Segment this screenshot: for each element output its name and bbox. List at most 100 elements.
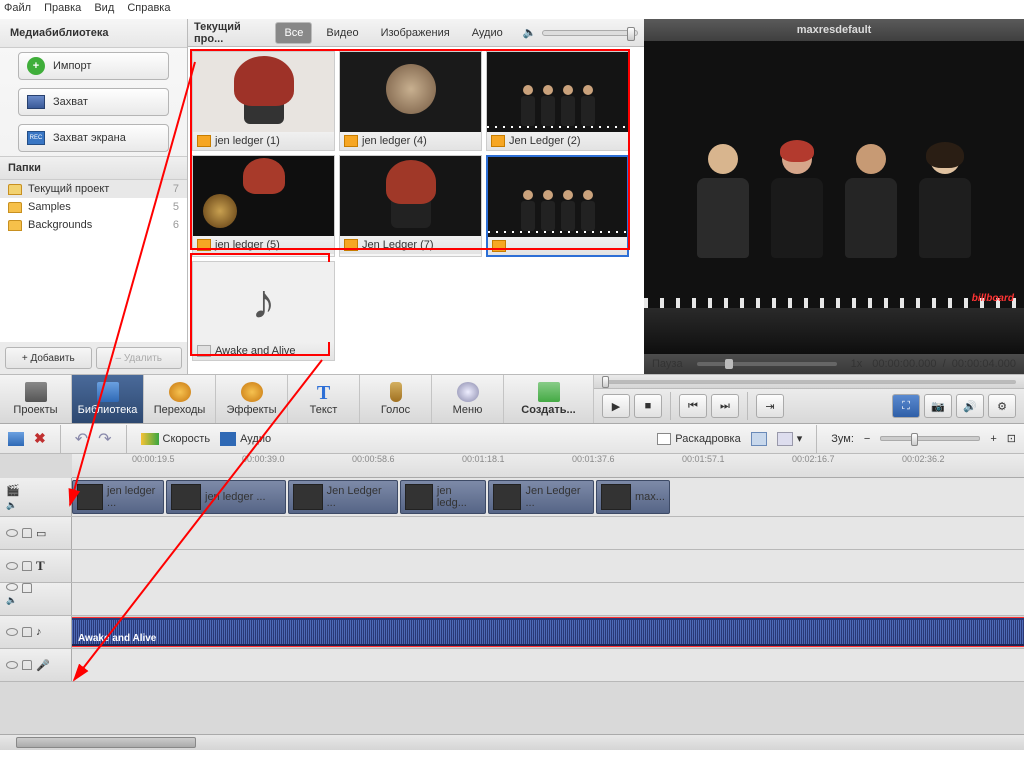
zoom-in-button[interactable]: +	[990, 433, 996, 445]
snapshot-button[interactable]: 📷	[924, 394, 952, 418]
lock-icon[interactable]	[22, 583, 32, 593]
menu-view[interactable]: Вид	[94, 2, 114, 14]
folder-row[interactable]: Текущий проект7	[0, 180, 187, 198]
ruler-tick: 00:00:39.0	[242, 454, 285, 464]
filter-video-tab[interactable]: Видео	[318, 23, 366, 43]
video-thumb[interactable]: jen ledger (4)	[339, 51, 482, 151]
settings-button[interactable]: ⚙	[988, 394, 1016, 418]
view-mode-2[interactable]: ▾	[777, 432, 803, 446]
menu-file[interactable]: Файл	[4, 2, 31, 14]
menu-bar: Файл Правка Вид Справка	[0, 0, 1024, 19]
preview-status-bar: Пауза 1x 00:00:00.000 / 00:00:04.000	[644, 354, 1024, 374]
video-thumb[interactable]: Jen Ledger (7)	[339, 155, 482, 257]
zoom-fit-button[interactable]: ⊡	[1007, 432, 1016, 445]
split-icon	[8, 432, 24, 446]
speed-icon	[141, 433, 159, 445]
voice-tool[interactable]: Голос	[360, 375, 432, 423]
export-icon	[538, 382, 560, 402]
audio-button[interactable]: Аудио	[220, 432, 271, 446]
speed-button[interactable]: Скорость	[141, 433, 211, 445]
mute-button[interactable]: 🔊	[956, 394, 984, 418]
audio-track-2: ♪ Awake and Alive	[0, 616, 1024, 649]
delete-folder-button[interactable]: – Удалить	[96, 347, 183, 369]
lock-icon[interactable]	[22, 528, 32, 538]
eye-icon[interactable]	[6, 529, 18, 537]
redo-button[interactable]: ↷	[98, 429, 111, 449]
eye-icon[interactable]	[6, 583, 18, 591]
video-clip[interactable]: jen ledger ...	[166, 480, 286, 514]
pause-label: Пауза	[652, 358, 683, 370]
speaker-icon: 🔈	[6, 500, 17, 511]
film-icon: 🎬	[6, 484, 20, 497]
filter-audio-tab[interactable]: Аудио	[464, 23, 511, 43]
ruler-tick: 00:02:36.2	[902, 454, 945, 464]
projects-tool[interactable]: Проекты	[0, 375, 72, 423]
video-thumb[interactable]: Jen Ledger (2)	[486, 51, 629, 151]
video-thumb[interactable]: jen ledger (5)	[192, 155, 335, 257]
folder-row[interactable]: Samples5	[0, 198, 187, 216]
text-tool[interactable]: TТекст	[288, 375, 360, 423]
volume-slider[interactable]	[542, 30, 638, 36]
preview-viewport: billboard	[644, 41, 1024, 354]
watermark: billboard	[972, 293, 1014, 304]
next-button[interactable]: ⏭	[711, 394, 739, 418]
menu-edit[interactable]: Правка	[44, 2, 81, 14]
create-tool[interactable]: Создать...	[504, 375, 594, 423]
preview-title: maxresdefault	[644, 19, 1024, 41]
screen-capture-button[interactable]: REC Захват экрана	[18, 124, 169, 152]
video-clip[interactable]: jen ledg...	[400, 480, 486, 514]
storyboard-icon	[657, 433, 671, 445]
zoom-out-button[interactable]: −	[864, 433, 870, 445]
media-pane: Текущий про... Все Видео Изображения Ауд…	[188, 19, 644, 374]
transitions-tool[interactable]: Переходы	[144, 375, 216, 423]
folder-row[interactable]: Backgrounds6	[0, 216, 187, 234]
eye-icon[interactable]	[6, 628, 18, 636]
library-tool[interactable]: Библиотека	[72, 375, 144, 423]
add-folder-button[interactable]: + Добавить	[5, 347, 92, 369]
video-clip[interactable]: Jen Ledger ...	[288, 480, 398, 514]
delete-clip-button[interactable]: ✖	[34, 430, 46, 447]
filter-current-label: Текущий про...	[194, 21, 269, 45]
stop-button[interactable]: ■	[634, 394, 662, 418]
eye-icon[interactable]	[6, 562, 18, 570]
video-thumb[interactable]	[486, 155, 629, 257]
menu-help[interactable]: Справка	[127, 2, 170, 14]
undo-button[interactable]: ↶	[75, 429, 88, 449]
view-mode-1[interactable]	[751, 432, 767, 446]
ruler-tick: 00:01:18.1	[462, 454, 505, 464]
play-button[interactable]: ▶	[602, 394, 630, 418]
timeline-toolbar: ✖ ↶ ↷ Скорость Аудио Раскадровка ▾ Зум: …	[0, 424, 1024, 454]
preview-panel: maxresdefault billboard Пауза 1x 00:00:0…	[644, 19, 1024, 374]
video-clip[interactable]: Jen Ledger ...	[488, 480, 594, 514]
video-clip[interactable]: max...	[596, 480, 670, 514]
horizontal-scrollbar[interactable]	[0, 734, 1024, 750]
step-button[interactable]: ⇥	[756, 394, 784, 418]
eye-icon[interactable]	[6, 661, 18, 669]
video-thumb[interactable]: jen ledger (1)	[192, 51, 335, 151]
split-button[interactable]	[8, 432, 24, 446]
effects-icon	[241, 382, 263, 402]
filter-all-tab[interactable]: Все	[275, 22, 312, 44]
capture-button[interactable]: Захват	[18, 88, 169, 116]
audio-thumb[interactable]: ♪Awake and Alive	[192, 261, 335, 361]
effects-tool[interactable]: Эффекты	[216, 375, 288, 423]
scrub-bar[interactable]	[594, 375, 1024, 389]
import-button[interactable]: + Импорт	[18, 52, 169, 80]
preview-seek-slider[interactable]	[697, 362, 837, 366]
storyboard-button[interactable]: Раскадровка	[657, 433, 740, 445]
folder-list: Текущий проект7Samples5Backgrounds6	[0, 180, 187, 342]
audio-clip[interactable]: Awake and Alive	[72, 617, 1024, 647]
filter-images-tab[interactable]: Изображения	[373, 23, 458, 43]
menu-tool[interactable]: Меню	[432, 375, 504, 423]
video-clip[interactable]: jen ledger ...	[72, 480, 164, 514]
prev-button[interactable]: ⏮	[679, 394, 707, 418]
fullscreen-button[interactable]: ⛶	[892, 394, 920, 418]
video-track: 🎬 🔈 jen ledger ...jen ledger ...Jen Ledg…	[0, 478, 1024, 517]
lock-icon[interactable]	[22, 627, 32, 637]
lock-icon[interactable]	[22, 660, 32, 670]
lock-icon[interactable]	[22, 561, 32, 571]
time-ruler[interactable]: 00:00:19.500:00:39.000:00:58.600:01:18.1…	[72, 454, 1024, 478]
main-toolbar: Проекты Библиотека Переходы Эффекты TТек…	[0, 374, 1024, 424]
library-title: Медиабиблиотека	[0, 19, 187, 48]
zoom-slider[interactable]	[880, 436, 980, 441]
